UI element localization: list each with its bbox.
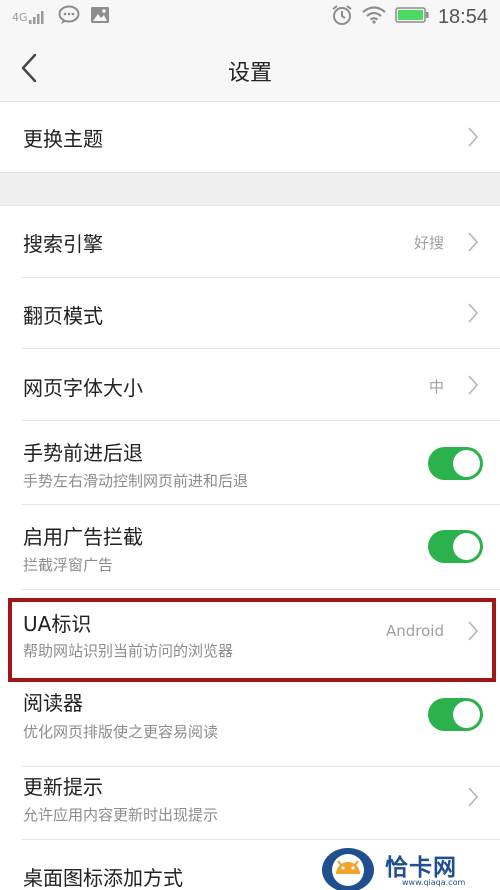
highlight-box xyxy=(8,598,496,682)
setting-value: 中 xyxy=(428,378,444,396)
chevron-right-icon xyxy=(468,787,479,807)
chevron-right-icon xyxy=(468,127,479,147)
wifi-icon xyxy=(362,6,386,28)
chevron-right-icon xyxy=(468,303,479,323)
signal-icon: 4G xyxy=(12,10,48,24)
setting-row-gesture[interactable]: 手势前进后退 手势左右滑动控制网页前进和后退 xyxy=(0,421,500,504)
watermark-text: 恰卡网 xyxy=(385,855,457,881)
reader-toggle[interactable] xyxy=(428,698,483,731)
message-icon xyxy=(58,5,80,29)
watermark: 恰卡网 www.qiaqa.com xyxy=(300,840,500,890)
setting-title: 网页字体大小 xyxy=(23,376,143,400)
setting-row-ad-block[interactable]: 启用广告拦截 拦截浮窗广告 xyxy=(0,505,500,589)
clock-time: 18:54 xyxy=(437,5,488,28)
setting-row-reader[interactable]: 阅读器 优化网页排版使之更容易阅读 xyxy=(0,683,500,766)
setting-row-theme[interactable]: 更换主题 xyxy=(0,103,500,172)
image-icon xyxy=(90,6,110,28)
setting-title: 阅读器 xyxy=(23,691,83,715)
toggle-knob xyxy=(453,450,480,477)
setting-title: 桌面图标添加方式 xyxy=(23,866,183,890)
alarm-icon xyxy=(331,4,353,30)
setting-subtitle: 拦截浮窗广告 xyxy=(23,556,114,574)
setting-subtitle: 允许应用内容更新时出现提示 xyxy=(23,806,219,824)
setting-value: 好搜 xyxy=(413,234,444,252)
android-logo-icon xyxy=(322,848,374,890)
status-bar-left: 4G xyxy=(12,5,110,29)
chevron-right-icon xyxy=(468,375,479,395)
status-bar: 4G 18:54 xyxy=(0,0,500,34)
nav-bar: 设置 xyxy=(0,34,500,102)
setting-subtitle: 手势左右滑动控制网页前进和后退 xyxy=(23,472,249,490)
setting-row-font-size[interactable]: 网页字体大小 中 xyxy=(0,349,500,420)
setting-title: 启用广告拦截 xyxy=(23,525,143,549)
toggle-knob xyxy=(453,533,480,560)
setting-title: 手势前进后退 xyxy=(23,441,143,465)
battery-icon xyxy=(395,6,429,28)
page-title: 设置 xyxy=(227,61,272,86)
status-bar-right: 18:54 xyxy=(331,4,488,30)
chevron-right-icon xyxy=(468,232,479,252)
gesture-toggle[interactable] xyxy=(428,447,483,480)
setting-title: 搜索引擎 xyxy=(23,232,103,256)
setting-subtitle: 优化网页排版使之更容易阅读 xyxy=(23,723,219,741)
setting-row-page-mode[interactable]: 翻页模式 xyxy=(0,278,500,348)
network-type-label: 4G xyxy=(12,11,28,24)
setting-title: 翻页模式 xyxy=(23,304,103,328)
ad-block-toggle[interactable] xyxy=(428,530,483,563)
setting-row-search-engine[interactable]: 搜索引擎 好搜 xyxy=(0,207,500,277)
watermark-url: www.qiaqa.com xyxy=(402,878,466,887)
setting-title: 更换主题 xyxy=(23,127,103,151)
setting-row-update-tips[interactable]: 更新提示 允许应用内容更新时出现提示 xyxy=(0,767,500,839)
section-gap xyxy=(0,172,500,206)
setting-title: 更新提示 xyxy=(23,775,103,799)
toggle-knob xyxy=(453,701,480,728)
